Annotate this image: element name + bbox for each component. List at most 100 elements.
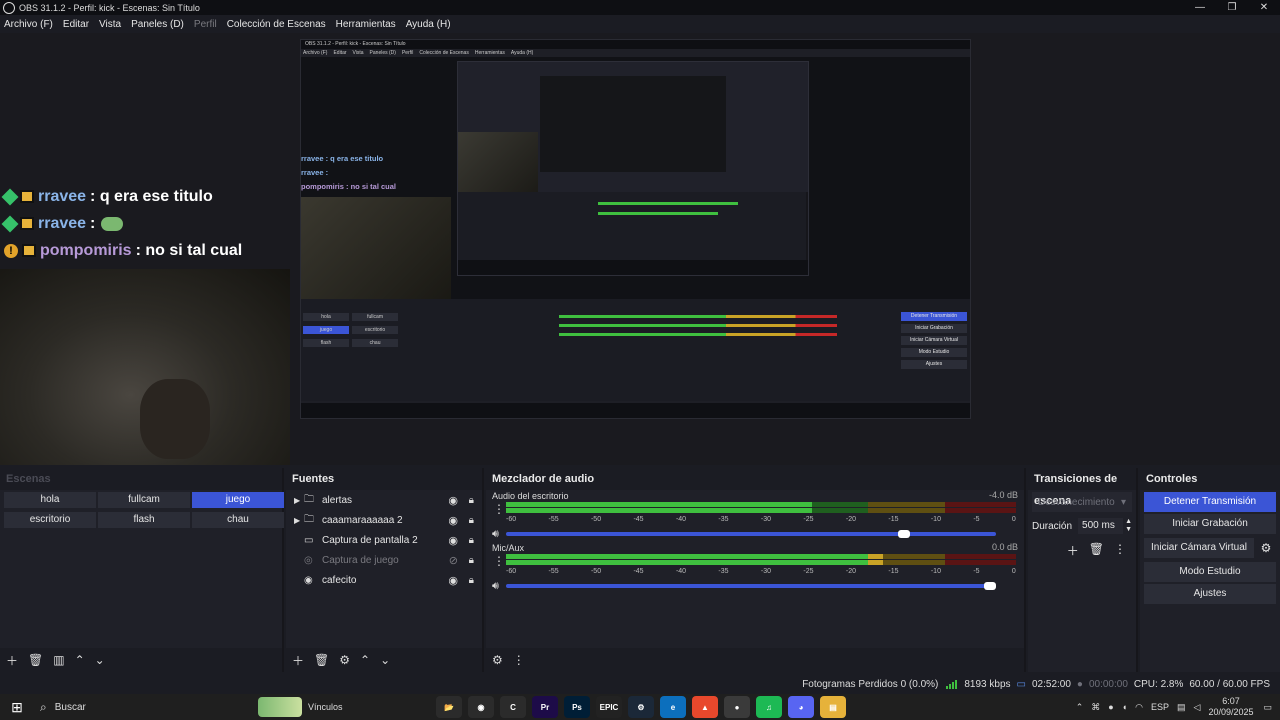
move-down-icon[interactable]: ⌄ (95, 653, 105, 667)
close-button[interactable]: ✕ (1248, 0, 1280, 15)
source-item[interactable]: ◉ cafecito ◉ 🔒︎ (286, 570, 482, 590)
taskbar-app-explorer[interactable]: ▤ (820, 696, 846, 718)
source-item[interactable]: ▶ 🗀 alertas ◉ 🔒︎ (286, 490, 482, 510)
clock[interactable]: 6:07 20/09/2025 (1208, 696, 1253, 718)
duration-stepper[interactable]: ▲ ▼ (1125, 518, 1132, 534)
scene-item[interactable]: chau (192, 512, 284, 528)
bitrate: 8193 kbps (964, 678, 1011, 690)
volume-fader[interactable] (506, 530, 996, 538)
speaker-icon[interactable]: 🔊︎ (492, 580, 499, 593)
studio-mode-button[interactable]: Modo Estudio (1144, 562, 1276, 582)
start-virtualcam-button[interactable]: Iniciar Cámara Virtual (1144, 538, 1254, 558)
source-item[interactable]: ▭ Captura de pantalla 2 ◉ 🔒︎ (286, 530, 482, 550)
menu-view[interactable]: Vista (99, 19, 121, 30)
menu-dots-icon[interactable]: ⋮ (513, 653, 525, 667)
obs-window: OBS 31.1.2 - Perfil: kick - Escenas: Sin… (0, 0, 1280, 720)
settings-button[interactable]: Ajustes (1144, 584, 1276, 604)
eye-icon[interactable]: ◉ (448, 514, 458, 527)
taskbar-app-steam[interactable]: ⚙ (628, 696, 654, 718)
lock-icon[interactable]: 🔒︎ (469, 555, 474, 566)
move-down-icon[interactable]: ⌄ (380, 653, 390, 667)
scene-item[interactable]: escritorio (4, 512, 96, 528)
menu-dots-icon[interactable]: ⋮ (492, 554, 506, 568)
fader-handle[interactable] (897, 530, 910, 538)
volume-meter (506, 554, 1016, 568)
start-recording-button[interactable]: Iniciar Grabación (1144, 514, 1276, 534)
obs-logo-icon (3, 1, 15, 14)
taskbar-app-spotify[interactable]: ♫ (756, 696, 782, 718)
speaker-icon[interactable]: 🔊︎ (492, 528, 499, 541)
advanced-audio-icon[interactable]: ⚙ (492, 653, 503, 667)
sources-title: Fuentes (286, 468, 482, 490)
menu-dots-icon[interactable]: ⋮ (492, 502, 506, 516)
trash-icon[interactable]: 🗑 (1089, 542, 1104, 559)
notification-icon[interactable]: ▭ (1263, 702, 1272, 713)
menu-file[interactable]: Archivo (F) (4, 19, 53, 30)
language-indicator[interactable]: ESP (1151, 702, 1169, 712)
eye-icon[interactable]: ◉ (448, 534, 458, 547)
eye-icon[interactable]: ◉ (448, 494, 458, 507)
taskbar-app-photoshop[interactable]: Ps (564, 696, 590, 718)
preview-area[interactable]: OBS 31.1.2 - Perfil: kick - Escenas: Sin… (0, 33, 1280, 465)
menu-profile[interactable]: Perfil (194, 19, 217, 30)
filter-icon[interactable]: ▥ (53, 653, 64, 667)
trash-icon[interactable]: 🗑 (28, 653, 43, 667)
fader-handle[interactable] (984, 582, 996, 590)
taskbar-app-obs[interactable]: ◉ (468, 696, 494, 718)
menu-dots-icon[interactable]: ⋮ (1114, 542, 1126, 559)
menu-scene-collection[interactable]: Colección de Escenas (227, 19, 326, 30)
stop-stream-button[interactable]: Detener Transmisión (1144, 492, 1276, 512)
source-label: Captura de pantalla 2 (322, 534, 418, 546)
menu-help[interactable]: Ayuda (H) (406, 19, 451, 30)
mic-icon[interactable]: ● (1108, 702, 1113, 712)
taskbar-app-premiere[interactable]: Pr (532, 696, 558, 718)
lock-icon[interactable]: 🔒︎ (469, 495, 474, 506)
wifi-icon[interactable]: ◠ (1135, 702, 1143, 713)
duration-input[interactable]: 500 ms (1078, 518, 1124, 534)
lock-icon[interactable]: 🔒︎ (469, 515, 474, 526)
menu-tools[interactable]: Herramientas (336, 19, 396, 30)
add-icon[interactable]: ＋ (292, 652, 304, 669)
chat-username: rravee (38, 187, 87, 205)
menu-docks[interactable]: Paneles (D) (131, 19, 184, 30)
taskbar-app-chrome[interactable]: ● (724, 696, 750, 718)
scene-item[interactable]: fullcam (98, 492, 190, 508)
gamepad-icon[interactable]: ⌘ (1091, 702, 1100, 713)
taskbar-search[interactable]: ⌕ Buscar (34, 695, 254, 719)
add-icon[interactable]: ＋ (1067, 542, 1079, 559)
expand-arrow-icon[interactable]: ▶ (294, 496, 304, 505)
scene-item[interactable]: juego (192, 492, 284, 508)
maximize-button[interactable]: ❐ (1216, 0, 1248, 15)
source-item[interactable]: ▶ 🗀 caaamaraaaaaa 2 ◉ 🔒︎ (286, 510, 482, 530)
scene-item[interactable]: hola (4, 492, 96, 508)
source-item[interactable]: ◎ Captura de juego ⊘ 🔒︎ (286, 550, 482, 570)
meter-scale: -60 -55 -50 -45 -40 -35 -30 -25 -20 -15 -10 -5 0 (506, 568, 1016, 576)
taskbar-app-epic[interactable]: EPIC (596, 696, 622, 718)
eye-hidden-icon[interactable]: ⊘ (449, 554, 458, 567)
gear-icon[interactable]: ⚙ (339, 653, 350, 667)
taskbar-app-brave[interactable]: ▲ (692, 696, 718, 718)
speaker-icon[interactable]: ◖ (1122, 702, 1127, 712)
taskbar-widget[interactable]: Vínculos (258, 697, 343, 717)
add-icon[interactable]: ＋ (6, 652, 18, 669)
volume-fader[interactable] (506, 582, 996, 590)
trash-icon[interactable]: 🗑 (314, 653, 329, 667)
minimize-button[interactable]: — (1184, 0, 1216, 15)
expand-arrow-icon[interactable]: ▶ (294, 516, 304, 525)
menu-edit[interactable]: Editar (63, 19, 89, 30)
windows-start-icon[interactable]: ⊞ (0, 699, 34, 716)
taskbar-app-discord[interactable]: ◕ (788, 696, 814, 718)
gear-icon[interactable]: ⚙ (1256, 541, 1276, 555)
eye-icon[interactable]: ◉ (448, 574, 458, 587)
chevron-up-icon[interactable]: ⌃ (1076, 702, 1084, 713)
move-up-icon[interactable]: ⌃ (360, 653, 370, 667)
taskbar-app-c-app[interactable]: C (500, 696, 526, 718)
lock-icon[interactable]: 🔒︎ (469, 575, 474, 586)
volume-icon[interactable]: ◁ (1194, 702, 1201, 713)
lock-icon[interactable]: 🔒︎ (469, 535, 474, 546)
move-up-icon[interactable]: ⌃ (75, 653, 85, 667)
scene-item[interactable]: flash (98, 512, 190, 528)
taskbar-app-files[interactable]: 📂 (436, 696, 462, 718)
taskbar-app-edge[interactable]: e (660, 696, 686, 718)
network-icon[interactable]: ▤ (1177, 702, 1186, 713)
